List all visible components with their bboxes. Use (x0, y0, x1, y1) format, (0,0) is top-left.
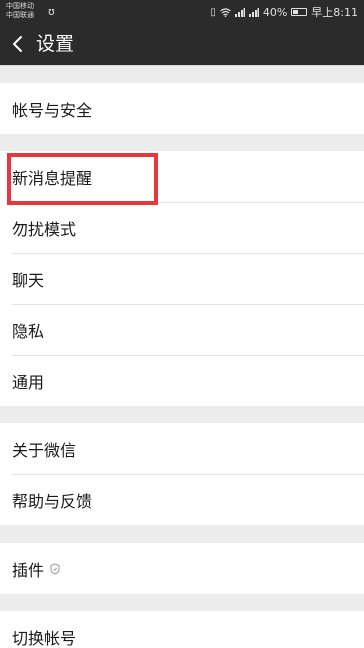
clock: 早上8:11 (311, 6, 358, 19)
menu-item-chat[interactable]: 聊天 (0, 253, 364, 304)
wifi-icon (220, 7, 231, 17)
menu-item-label: 关于微信 (12, 440, 77, 460)
group-switch-account: 切换帐号 (0, 611, 364, 648)
menu-item-label: 通用 (12, 372, 45, 392)
menu-item-plugins[interactable]: 插件 (0, 543, 364, 594)
menu-item-general[interactable]: 通用 (0, 355, 364, 406)
highlight-box (7, 153, 158, 205)
menu-item-privacy[interactable]: 隐私 (0, 304, 364, 355)
shield-icon (50, 562, 60, 575)
menu-item-label: 切换帐号 (12, 628, 77, 648)
vibrate-icon: ▯ (210, 6, 216, 18)
usb-icon: ʊ (48, 5, 55, 18)
back-button[interactable] (8, 32, 30, 56)
menu-item-switch-account[interactable]: 切换帐号 (0, 611, 364, 648)
carrier-info: 中国移动 中国联通 (6, 2, 34, 20)
chevron-left-icon (13, 36, 22, 52)
group-account: 帐号与安全 (0, 83, 364, 134)
menu-item-label: 聊天 (12, 270, 45, 290)
menu-item-help-feedback[interactable]: 帮助与反馈 (0, 474, 364, 525)
page-title: 设置 (36, 33, 75, 55)
carrier-1: 中国移动 (6, 2, 34, 10)
status-bar: 中国移动 中国联通 ʊ ▯ 40% 早上8:11 (0, 0, 364, 24)
battery-level (293, 10, 299, 14)
menu-item-label: 帮助与反馈 (12, 491, 93, 511)
menu-item-label: 勿扰模式 (12, 219, 77, 239)
menu-item-label: 插件 (12, 560, 45, 580)
signal-icon (234, 7, 245, 17)
signal-icon (248, 7, 259, 17)
header-divider (0, 65, 364, 66)
group-plugins: 插件 (0, 543, 364, 594)
menu-item-label: 帐号与安全 (12, 100, 93, 120)
app-header: 设置 (0, 24, 364, 65)
menu-item-do-not-disturb[interactable]: 勿扰模式 (0, 202, 364, 253)
menu-item-about[interactable]: 关于微信 (0, 423, 364, 474)
battery-percent: 40% (262, 5, 288, 19)
menu-item-account-security[interactable]: 帐号与安全 (0, 83, 364, 134)
menu-item-label: 隐私 (12, 321, 45, 341)
group-about: 关于微信 帮助与反馈 (0, 423, 364, 525)
carrier-2: 中国联通 (6, 11, 34, 19)
battery-icon (291, 8, 308, 16)
status-indicators: ▯ 40% 早上8:11 (210, 4, 358, 20)
